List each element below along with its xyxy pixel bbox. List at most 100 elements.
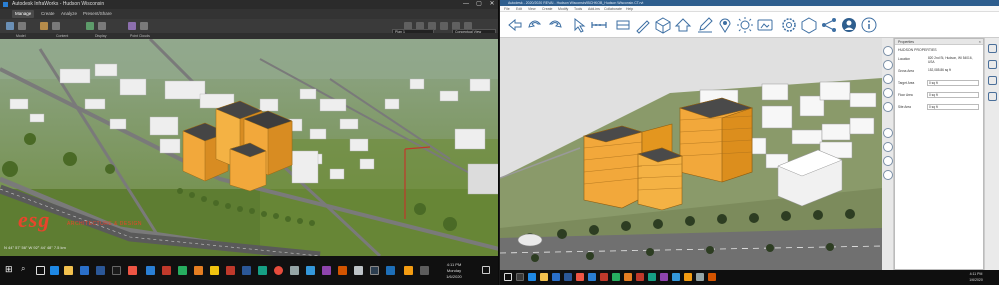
content-tool-icon[interactable] (52, 22, 60, 30)
app-icon-teal[interactable] (258, 266, 267, 275)
nav-wheel-icon[interactable] (883, 46, 893, 56)
app-icon-gray[interactable] (290, 266, 299, 275)
box-icon[interactable] (654, 16, 672, 34)
app-icon-purple[interactable] (322, 266, 331, 275)
autocad-icon[interactable] (636, 273, 644, 281)
nav-orbit-icon[interactable] (883, 74, 893, 84)
close-icon[interactable]: × (979, 39, 981, 45)
app-icon-green[interactable] (178, 266, 187, 275)
app-icon-orange[interactable] (194, 266, 203, 275)
nav-pan-icon[interactable] (883, 60, 893, 70)
word-icon[interactable] (564, 273, 572, 281)
fit-view-icon[interactable] (883, 170, 893, 180)
app-icon-cloud[interactable] (306, 266, 315, 275)
render-icon[interactable] (756, 16, 774, 34)
app-icon-amber[interactable] (404, 266, 413, 275)
model-scene (500, 38, 882, 270)
back-icon[interactable] (506, 16, 524, 34)
settings-gear-icon[interactable] (780, 16, 798, 34)
app-icon-yellow[interactable] (210, 266, 219, 275)
zoom-extents-icon[interactable] (883, 156, 893, 166)
app-icon-navy[interactable] (370, 266, 379, 275)
view-cube-icon[interactable] (800, 16, 818, 34)
app-icon-cloud[interactable] (672, 273, 680, 281)
model-tool-icon[interactable] (18, 22, 26, 30)
app-icon-green[interactable] (612, 273, 620, 281)
tab-create[interactable]: Create (38, 10, 58, 18)
autocad-icon[interactable] (226, 266, 235, 275)
app-icon-gray[interactable] (696, 273, 704, 281)
revit-3d-viewport[interactable] (500, 38, 882, 270)
undo-icon[interactable] (526, 16, 544, 34)
app-icon-purple[interactable] (660, 273, 668, 281)
search-icon[interactable] (516, 273, 524, 281)
wall-icon[interactable] (614, 16, 632, 34)
search-icon[interactable]: ⌕ (21, 264, 25, 274)
task-view-icon[interactable] (36, 266, 45, 275)
point-cloud-icon[interactable] (128, 22, 136, 30)
app-icon-teal[interactable] (648, 273, 656, 281)
notification-icon[interactable] (482, 266, 490, 274)
chrome-icon[interactable] (128, 266, 137, 275)
vscode-icon[interactable] (552, 273, 560, 281)
app-icon-rust[interactable] (338, 266, 347, 275)
nav-look-icon[interactable] (883, 88, 893, 98)
user-profile-icon[interactable] (840, 16, 858, 34)
app-icon-system[interactable] (420, 266, 429, 275)
edge-icon[interactable] (50, 266, 59, 275)
app-icon-light[interactable] (354, 266, 363, 275)
display-tool-icon[interactable] (98, 22, 106, 30)
app-icon-amber[interactable] (684, 273, 692, 281)
zoom-in-icon[interactable] (883, 128, 893, 138)
word-icon[interactable] (96, 266, 105, 275)
left-maximize-button[interactable]: ▢ (472, 0, 486, 9)
left-close-button[interactable]: ✕ (485, 0, 498, 9)
zoom-out-icon[interactable] (883, 142, 893, 152)
app-icon-red[interactable] (274, 266, 283, 275)
chrome-icon[interactable] (576, 273, 584, 281)
property-input[interactable]: 0 sq ft (927, 80, 979, 86)
tab-present-share[interactable]: Present/Share (80, 10, 115, 18)
windows-start-icon[interactable] (504, 273, 512, 281)
tab-analyze[interactable]: Analyze (58, 10, 80, 18)
rail-edit-icon[interactable] (988, 60, 997, 69)
vscode-icon[interactable] (80, 266, 89, 275)
draw-icon[interactable] (634, 16, 652, 34)
location-pin-icon[interactable] (716, 16, 734, 34)
left-minimize-button[interactable]: — (459, 0, 473, 9)
nav-walk-icon[interactable] (883, 102, 893, 112)
windows-start-icon[interactable]: ⊞ (5, 264, 13, 275)
app-icon-dropbox[interactable] (386, 266, 395, 275)
app-icon-blue[interactable] (242, 266, 251, 275)
pdf-icon[interactable] (162, 266, 171, 275)
file-explorer-icon[interactable] (540, 273, 548, 281)
tab-manage[interactable]: Manage (12, 10, 35, 18)
display-icon[interactable] (86, 22, 94, 30)
revit-taskbar-icon[interactable] (588, 273, 596, 281)
select-icon[interactable] (570, 16, 588, 34)
roof-icon[interactable] (674, 16, 692, 34)
model-icon[interactable] (6, 22, 14, 30)
layers-icon[interactable] (440, 22, 448, 30)
app-icon-rust[interactable] (708, 273, 716, 281)
point-cloud-tool-icon[interactable] (140, 22, 148, 30)
sun-icon[interactable] (736, 16, 754, 34)
app-icon-dark[interactable] (112, 266, 121, 275)
measure-icon[interactable] (590, 16, 608, 34)
rail-model-icon[interactable] (988, 44, 997, 53)
property-input[interactable]: 0 sq ft (927, 104, 979, 110)
rail-layers-icon[interactable] (988, 76, 997, 85)
file-explorer-icon[interactable] (64, 266, 73, 275)
infraworks-3d-viewport[interactable]: esg ARCHITECTURE & DESIGN N 44° 57' 56" … (0, 39, 498, 256)
redo-icon[interactable] (546, 16, 564, 34)
rail-materials-icon[interactable] (988, 92, 997, 101)
property-input[interactable]: 0 sq ft (927, 92, 979, 98)
infraworks-taskbar-icon[interactable] (146, 266, 155, 275)
share-icon[interactable] (820, 16, 838, 34)
edit-pencil-icon[interactable] (696, 16, 714, 34)
info-icon[interactable] (860, 16, 878, 34)
edge-icon[interactable] (528, 273, 536, 281)
content-icon[interactable] (40, 22, 48, 30)
pdf-icon[interactable] (600, 273, 608, 281)
app-icon-orange[interactable] (624, 273, 632, 281)
